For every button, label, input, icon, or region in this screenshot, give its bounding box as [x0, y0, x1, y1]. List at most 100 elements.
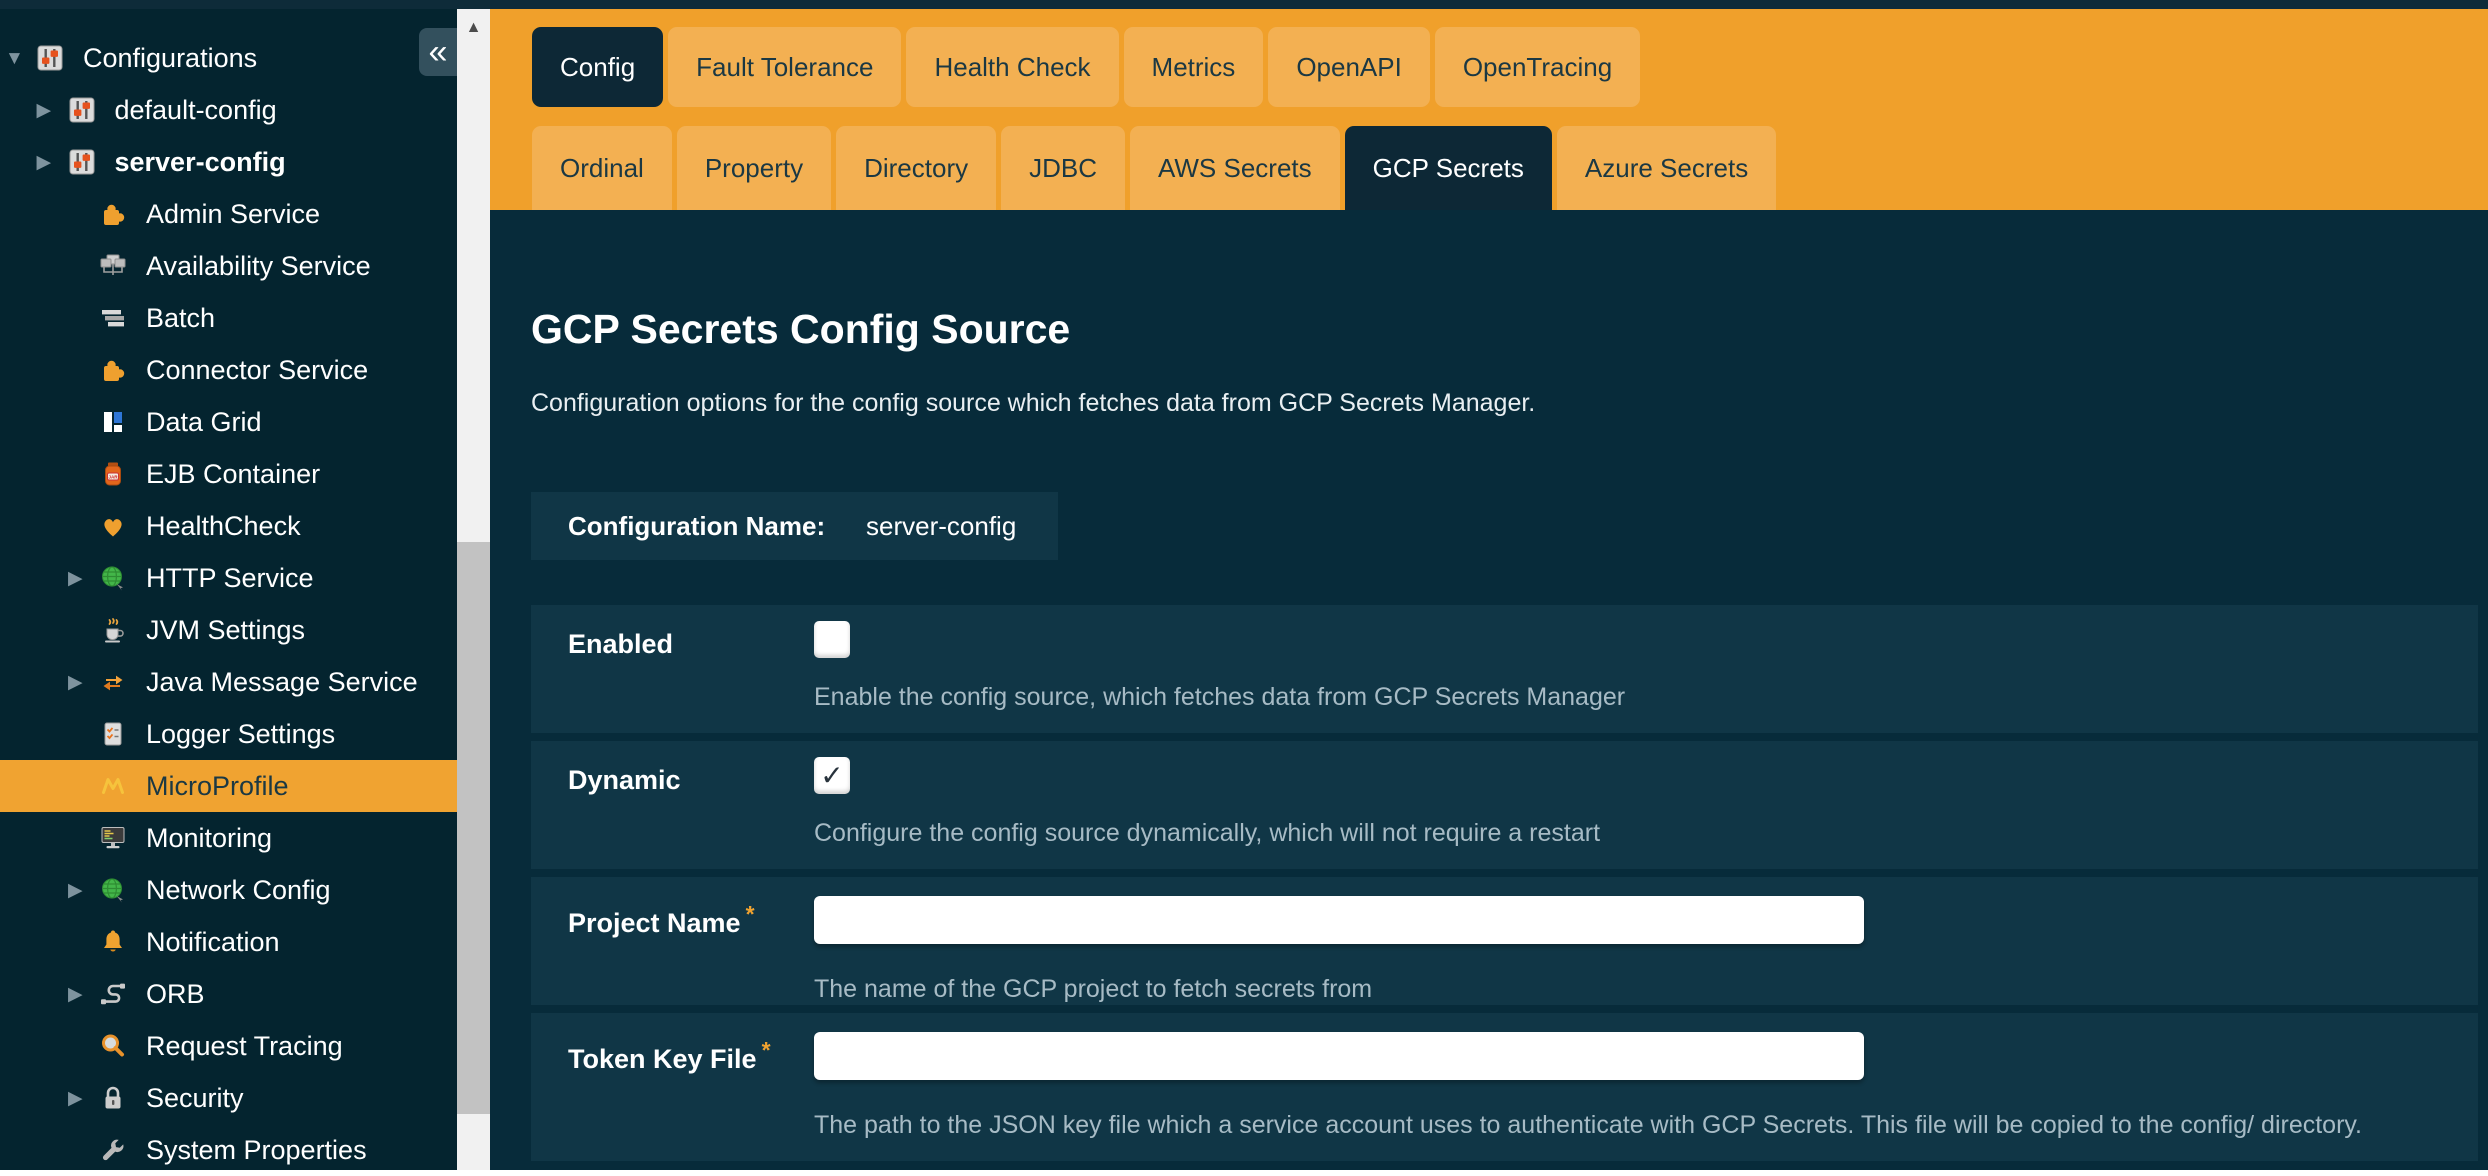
required-asterisk: * [762, 1037, 771, 1063]
field-help-text: The path to the JSON key file which a se… [814, 1111, 2362, 1140]
chevron-down-icon[interactable]: ▼ [5, 49, 35, 68]
tab-config[interactable]: Config [532, 27, 663, 107]
sidebar-item-notification[interactable]: Notification [0, 916, 457, 968]
sidebar-item-label: Request Tracing [146, 1031, 343, 1062]
subtab-jdbc[interactable]: JDBC [1001, 126, 1125, 210]
sidebar-item-ejb-container[interactable]: JAREJB Container [0, 448, 457, 500]
field-row-dynamic: Dynamic ✓ Configure the config source dyna… [531, 741, 2478, 869]
config-form: EnabledEnable the config source, which f… [531, 605, 2478, 1169]
globe-icon [98, 875, 128, 905]
puzzle-icon [98, 355, 128, 385]
subtab-azure-secrets[interactable]: Azure Secrets [1557, 126, 1776, 210]
page-title: GCP Secrets Config Source [531, 306, 1070, 353]
sidebar-item-network-config[interactable]: ▶ Network Config [0, 864, 457, 916]
subtab-directory[interactable]: Directory [836, 126, 996, 210]
tab-openapi[interactable]: OpenAPI [1268, 27, 1430, 107]
field-label: Dynamic [568, 765, 681, 796]
sidebar-item-label: MicroProfile [146, 771, 289, 802]
field-control: ✓ Configure the config source dynamically… [814, 741, 2458, 869]
jar-icon: JAR [98, 459, 128, 489]
field-row-token-key-file: Token Key File*The path to the JSON key … [531, 1013, 2478, 1161]
token-key-file-input[interactable] [814, 1032, 1864, 1080]
sidebar-item-security[interactable]: ▶Security [0, 1072, 457, 1124]
sidebar-item-request-tracing[interactable]: Request Tracing [0, 1020, 457, 1072]
tab-health-check[interactable]: Health Check [906, 27, 1118, 107]
sidebar-item-label: default-config [115, 95, 277, 126]
sliders-icon [35, 43, 65, 73]
collapse-left-icon: « [429, 35, 448, 69]
cable-icon [98, 979, 128, 1009]
tab-label: Config [560, 52, 635, 83]
batch-icon [98, 303, 128, 333]
tab-metrics[interactable]: Metrics [1124, 27, 1264, 107]
sidebar-item-http-service[interactable]: ▶HTTP Service [0, 552, 457, 604]
field-help-text: Configure the config source dynamically,… [814, 819, 1600, 848]
puzzle-icon [98, 199, 128, 229]
chevron-right-icon[interactable]: ▶ [68, 881, 98, 900]
tab-label: GCP Secrets [1373, 153, 1524, 184]
tab-label: Property [705, 153, 803, 184]
sidebar-item-admin-service[interactable]: Admin Service [0, 188, 457, 240]
chevron-right-icon[interactable]: ▶ [68, 673, 98, 692]
sidebar-item-java-message-service[interactable]: ▶Java Message Service [0, 656, 457, 708]
subtab-gcp-secrets[interactable]: GCP Secrets [1345, 126, 1552, 210]
field-row-enabled: EnabledEnable the config source, which f… [531, 605, 2478, 733]
sidebar-item-label: HealthCheck [146, 511, 301, 542]
subtab-ordinal[interactable]: Ordinal [532, 126, 672, 210]
sidebar-item-label: Configurations [83, 43, 257, 74]
secondary-tabs: Ordinal Property DirectoryJDBC AWS Secrets G… [532, 126, 1776, 210]
field-control: The path to the JSON key file which a se… [814, 1013, 2458, 1161]
sidebar-item-default-config[interactable]: ▶ default-config [0, 84, 457, 136]
chevron-right-icon[interactable]: ▶ [68, 1089, 98, 1108]
clipboard-icon [98, 719, 128, 749]
sliders-icon [67, 95, 97, 125]
sidebar-item-label: Batch [146, 303, 215, 334]
sidebar-item-server-config[interactable]: ▶server-config [0, 136, 457, 188]
tab-fault-tolerance[interactable]: Fault Tolerance [668, 27, 901, 107]
chevron-right-icon[interactable]: ▶ [37, 101, 67, 120]
sidebar-item-label: System Properties [146, 1135, 367, 1166]
enabled-checkbox[interactable] [814, 621, 850, 658]
tab-label: Metrics [1152, 52, 1236, 83]
coffee-icon [98, 615, 128, 645]
sidebar-item-label: Network Config [146, 875, 331, 906]
magnifier-icon [98, 1031, 128, 1061]
chevron-right-icon[interactable]: ▶ [68, 569, 98, 588]
configuration-name-label: Configuration Name: [568, 511, 825, 542]
sidebar-item-availability-service[interactable]: Availability Service [0, 240, 457, 292]
sidebar-item-data-grid[interactable]: Data Grid [0, 396, 457, 448]
sidebar-item-healthcheck[interactable]: HealthCheck [0, 500, 457, 552]
sidebar-item-orb[interactable]: ▶ORB [0, 968, 457, 1020]
chevron-right-icon[interactable]: ▶ [68, 985, 98, 1004]
sidebar-item-configurations[interactable]: ▼ Configurations [0, 32, 457, 84]
globe-icon [98, 563, 128, 593]
dynamic-checkbox[interactable]: ✓ [814, 757, 850, 794]
sidebar-item-system-properties[interactable]: System Properties [0, 1124, 457, 1176]
sidebar-collapse-button[interactable]: « [419, 28, 457, 76]
tab-label: AWS Secrets [1158, 153, 1312, 184]
heart-icon [98, 511, 128, 541]
subtab-property[interactable]: Property [677, 126, 831, 210]
sidebar-item-monitoring[interactable]: Monitoring [0, 812, 457, 864]
sidebar-item-connector-service[interactable]: Connector Service [0, 344, 457, 396]
scrollbar-thumb[interactable] [457, 542, 490, 1114]
page-description: Configuration options for the config sou… [531, 389, 1535, 418]
sidebar-item-batch[interactable]: Batch [0, 292, 457, 344]
navigation-tree-panel: ▼ Configurations ▶ default-config ▶server-co… [0, 9, 457, 1170]
scrollbar-up-arrow-icon[interactable]: ▲ [457, 9, 490, 47]
tab-opentracing[interactable]: OpenTracing [1435, 27, 1640, 107]
configuration-name-panel: Configuration Name: server-config [531, 492, 1058, 560]
sidebar-item-jvm-settings[interactable]: JVM Settings [0, 604, 457, 656]
tab-label: OpenTracing [1463, 52, 1612, 83]
sidebar-scrollbar[interactable]: ▲ [457, 9, 490, 1170]
chevron-right-icon[interactable]: ▶ [37, 153, 67, 172]
tab-label: OpenAPI [1296, 52, 1402, 83]
arrows-icon [98, 667, 128, 697]
sidebar-item-microprofile[interactable]: MicroProfile [0, 760, 457, 812]
sidebar-item-label: Notification [146, 927, 280, 958]
bell-icon [98, 927, 128, 957]
subtab-aws-secrets[interactable]: AWS Secrets [1130, 126, 1340, 210]
project-name-input[interactable] [814, 896, 1864, 944]
sidebar-item-logger-settings[interactable]: Logger Settings [0, 708, 457, 760]
field-label: Enabled [568, 629, 673, 660]
